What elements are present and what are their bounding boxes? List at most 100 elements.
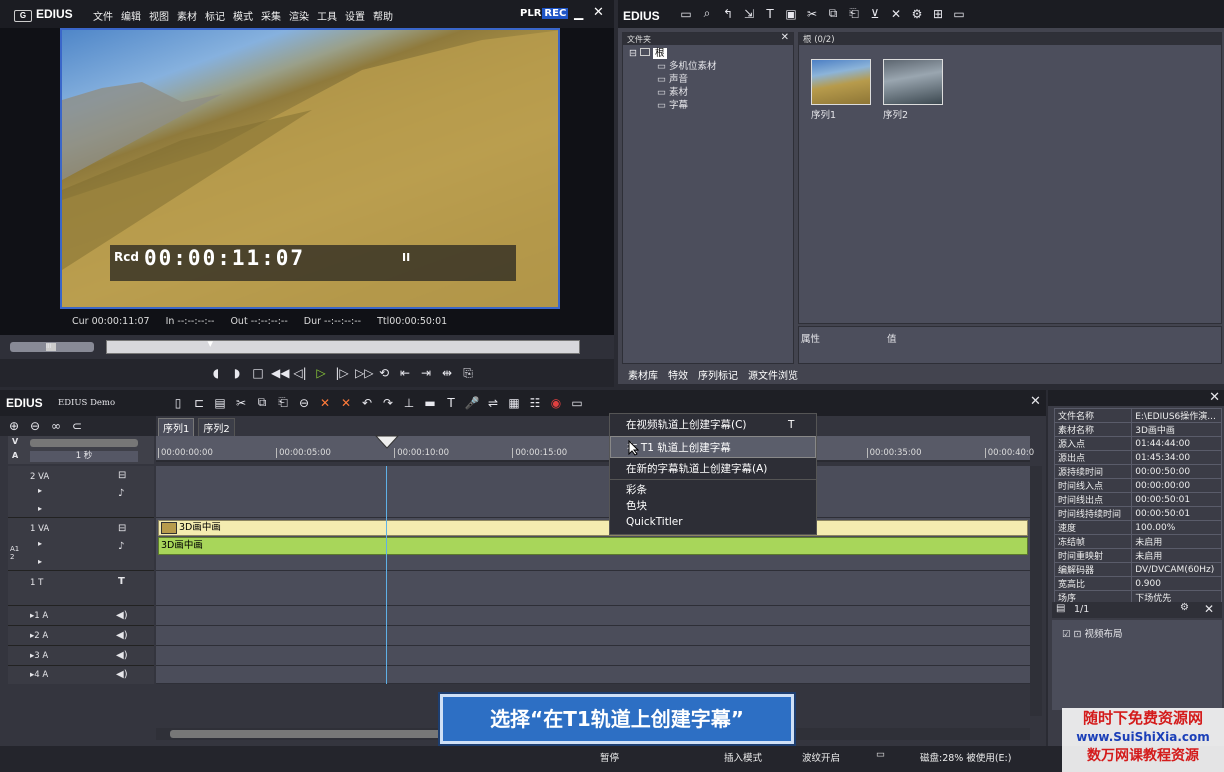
menu-marker[interactable]: 标记 <box>205 8 225 23</box>
effects-settings-icon[interactable]: ⚙ <box>1180 602 1189 613</box>
menu-item-create-on-t1[interactable]: 在 T1 轨道上创建字幕 <box>610 436 816 458</box>
copy-icon[interactable]: ⧉ <box>254 395 270 410</box>
render-icon[interactable]: ◉ <box>548 396 564 410</box>
track-group-icon[interactable]: ⊂ <box>69 419 85 433</box>
track-3a[interactable] <box>156 647 1030 666</box>
track-header-2a[interactable]: ▸2 A ◀) <box>8 627 154 646</box>
folder-item[interactable]: ▭ 素材 <box>629 86 787 99</box>
folder-root[interactable]: ⊟ 根 <box>629 47 787 60</box>
paste-icon[interactable]: ⎗ <box>275 395 291 410</box>
folder-close-icon[interactable]: ✕ <box>781 32 789 43</box>
new-sequence-icon[interactable]: ▯ <box>170 396 186 410</box>
loop-icon[interactable]: ⟲ <box>376 366 392 380</box>
menu-item-color-matte[interactable]: 色块 <box>610 498 816 514</box>
fast-forward-icon[interactable]: ▷▷ <box>355 366 373 380</box>
folder-item[interactable]: ▭ 声音 <box>629 73 787 86</box>
clip-thumb-1[interactable] <box>811 59 871 105</box>
folder-item[interactable]: ▭ 多机位素材 <box>629 60 787 73</box>
tab-sequence-2[interactable]: 序列2 <box>198 418 235 437</box>
delete-icon[interactable]: ✕ <box>317 396 333 410</box>
track-header-1t[interactable]: 1 T T <box>8 572 154 606</box>
speaker-icon[interactable]: ◀) <box>116 669 128 680</box>
track-2va[interactable] <box>156 466 1030 518</box>
menu-mode[interactable]: 模式 <box>233 8 253 23</box>
status-insert-mode[interactable]: 插入模式 <box>724 750 762 764</box>
mark-in-icon[interactable]: ◖ <box>208 366 224 380</box>
video-clip[interactable]: 3D画中画 <box>158 520 1028 536</box>
mixer-icon[interactable]: ☷ <box>527 396 543 410</box>
cut-icon[interactable]: ✂ <box>233 396 249 410</box>
track-volume-icon[interactable]: ♪ <box>118 541 124 552</box>
track-header-3a[interactable]: ▸3 A ◀) <box>8 647 154 666</box>
tab-sequence-1[interactable]: 序列1 <box>158 418 195 437</box>
view-icon[interactable]: ⊞ <box>930 7 946 21</box>
status-ripple[interactable]: 波纹开启 <box>802 750 840 764</box>
track-header-2va[interactable]: 2 VA ⊟ ♪ ▸ ▸ <box>8 466 154 518</box>
copy-icon[interactable]: ⧉ <box>825 6 841 21</box>
a12-patch[interactable]: A1 2 <box>10 545 22 561</box>
playhead-marker[interactable] <box>375 435 399 449</box>
grid-icon[interactable]: ▦ <box>506 396 522 410</box>
folder-icon[interactable]: ▭ <box>678 7 694 21</box>
menu-help[interactable]: 帮助 <box>373 8 393 23</box>
menu-tools[interactable]: 工具 <box>317 8 337 23</box>
paste-icon[interactable]: ⎗ <box>846 6 862 21</box>
window-icon[interactable]: ▭ <box>951 7 967 21</box>
step-back-icon[interactable]: ◁| <box>292 366 308 380</box>
menu-render[interactable]: 渲染 <box>289 8 309 23</box>
play-icon[interactable]: ▷ <box>313 366 329 380</box>
overwrite-icon[interactable]: ⇥ <box>418 366 434 380</box>
track-header-4a[interactable]: ▸4 A ◀) <box>8 666 154 684</box>
tab-effects[interactable]: 特效 <box>664 366 692 382</box>
menu-item-create-new-track[interactable]: 在新的字幕轨道上创建字幕(A) <box>610 458 816 480</box>
timeline-ruler[interactable]: 00:00:00:00 00:00:05:00 00:00:10:00 00:00:1… <box>156 436 1034 462</box>
menu-capture[interactable]: 采集 <box>261 8 281 23</box>
track-add-icon[interactable]: ⊕ <box>6 419 22 433</box>
track-lock-icon[interactable]: ⊟ <box>118 523 126 534</box>
title-icon[interactable]: T <box>762 7 778 21</box>
track-1a[interactable] <box>156 607 1030 626</box>
export-icon[interactable]: ⎘ <box>460 366 476 381</box>
scrub-playhead[interactable]: ▾ <box>205 337 215 355</box>
import-icon[interactable]: ⇲ <box>741 7 757 21</box>
track-2a[interactable] <box>156 627 1030 646</box>
open-icon[interactable]: ⊏ <box>191 396 207 410</box>
delete-icon[interactable]: ✕ <box>888 7 904 21</box>
scale-select[interactable]: 1 秒 <box>30 451 138 462</box>
speaker-icon[interactable]: ◀) <box>116 630 128 641</box>
stop-icon[interactable]: □ <box>250 366 266 380</box>
link-icon[interactable]: ⊖ <box>296 396 312 410</box>
close-icon[interactable]: ✕ <box>593 5 604 20</box>
zoom-slider[interactable] <box>30 439 138 447</box>
monitor-icon[interactable]: ▣ <box>783 7 799 21</box>
track-header-1va[interactable]: 1 VA ⊟ ♪ ▸ ▸ A1 2 <box>8 519 154 571</box>
menu-settings[interactable]: 设置 <box>345 8 365 23</box>
rewind-icon[interactable]: ◀◀ <box>271 366 289 380</box>
redo-icon[interactable]: ↷ <box>380 396 396 410</box>
video-toggle[interactable]: V <box>12 437 18 446</box>
add-timeline-icon[interactable]: ⊻ <box>867 7 883 21</box>
tab-bin[interactable]: 素材库 <box>624 366 662 382</box>
effects-item[interactable]: ☑ ⊡ 视频布局 <box>1052 620 1222 646</box>
plr-rec-toggle[interactable]: PLR REC <box>520 8 569 19</box>
track-4a[interactable] <box>156 666 1030 684</box>
mic-icon[interactable]: 🎤 <box>464 396 480 410</box>
ripple-delete-icon[interactable]: ✕ <box>338 396 354 410</box>
speaker-icon[interactable]: ◀) <box>116 610 128 621</box>
snap-icon[interactable]: ▬ <box>422 396 438 410</box>
save-icon[interactable]: ▤ <box>212 396 228 410</box>
shuttle-slider[interactable]: III <box>10 342 94 352</box>
menu-view[interactable]: 视图 <box>149 8 169 23</box>
menu-item-quicktitler[interactable]: QuickTitler <box>610 514 816 530</box>
track-volume-icon[interactable]: ♪ <box>118 488 124 499</box>
speaker-icon[interactable]: ◀) <box>116 650 128 661</box>
tab-sequence-marker[interactable]: 序列标记 <box>694 366 742 382</box>
track-lock-icon[interactable]: ⊟ <box>118 470 126 481</box>
effects-delete-icon[interactable]: ✕ <box>1204 602 1214 616</box>
properties-icon[interactable]: ⚙ <box>909 7 925 21</box>
track-link-icon[interactable]: ∞ <box>48 419 64 433</box>
tab-source-browser[interactable]: 源文件浏览 <box>744 366 802 382</box>
mark-out-icon[interactable]: ◗ <box>229 366 245 380</box>
step-forward-icon[interactable]: |▷ <box>334 366 350 380</box>
track-remove-icon[interactable]: ⊖ <box>27 419 43 433</box>
